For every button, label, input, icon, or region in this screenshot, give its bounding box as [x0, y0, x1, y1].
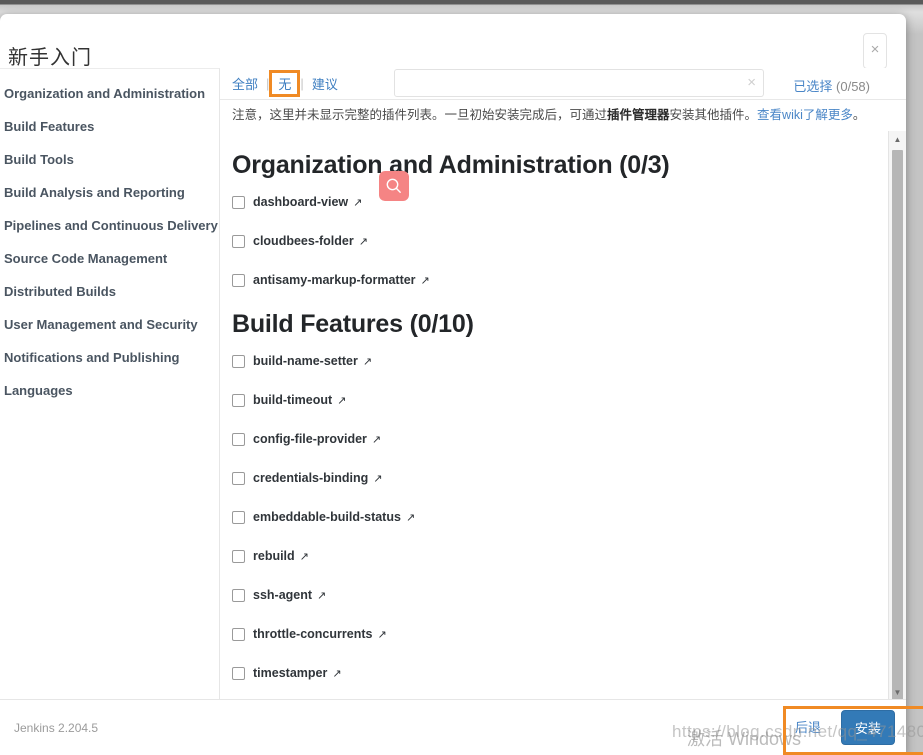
plugin-row[interactable]: embeddable-build-status ↗: [232, 507, 889, 527]
plugin-list-notice: 注意，这里并未显示完整的插件列表。一旦初始安装完成后，可通过插件管理器安装其他插…: [220, 100, 906, 132]
sidebar-item-notifications-and-publishing[interactable]: Notifications and Publishing: [2, 341, 219, 374]
plugin-row[interactable]: throttle-concurrents ↗: [232, 624, 889, 644]
plugin-checkbox[interactable]: [232, 510, 245, 524]
plugin-name: embeddable-build-status: [253, 510, 401, 524]
plugin-name: timestamper: [253, 666, 328, 680]
plugin-row[interactable]: timestamper ↗: [232, 663, 889, 683]
plugin-name: ssh-agent: [253, 588, 313, 602]
close-icon[interactable]: ×: [863, 33, 887, 69]
plugin-row[interactable]: build-timeout ↗: [232, 390, 889, 410]
external-link-icon[interactable]: ↗: [363, 355, 372, 368]
desktop-background: 新手入门 × Organization and Administration B…: [0, 0, 923, 755]
notice-emphasis: 插件管理器: [607, 108, 670, 122]
sidebar-item-build-features[interactable]: Build Features: [2, 110, 219, 143]
notice-text-before: 注意，这里并未显示完整的插件列表。一旦初始安装完成后，可通过: [232, 108, 608, 122]
group-title-organization: Organization and Administration (0/3): [232, 151, 670, 179]
group-title-build-features: Build Features (0/10): [232, 310, 474, 338]
external-link-icon[interactable]: ↗: [359, 235, 368, 248]
plugin-row[interactable]: dashboard-view ↗: [232, 192, 889, 212]
sidebar-item-build-tools[interactable]: Build Tools: [2, 143, 219, 176]
plugin-name: dashboard-view: [253, 195, 349, 209]
scroll-up-icon[interactable]: ▲: [889, 131, 906, 147]
plugin-name: build-timeout: [253, 393, 333, 407]
clear-search-icon[interactable]: ×: [747, 74, 756, 91]
dialog-header: 新手入门 ×: [0, 14, 906, 69]
sidebar-item-pipelines-and-continuous-delivery[interactable]: Pipelines and Continuous Delivery: [2, 209, 219, 242]
plugin-row[interactable]: antisamy-markup-formatter ↗: [232, 270, 889, 290]
plugin-checkbox[interactable]: [232, 273, 245, 287]
tab-suggested[interactable]: 建议: [305, 74, 345, 93]
plugin-checkbox[interactable]: [232, 471, 245, 485]
plugin-checkbox[interactable]: [232, 627, 245, 641]
external-link-icon[interactable]: ↗: [317, 589, 326, 602]
sidebar-item-user-management-and-security[interactable]: User Management and Security: [2, 308, 219, 341]
selected-label-text: 已选择: [793, 79, 833, 94]
plugin-list: Organization and Administration (0/3) da…: [220, 131, 889, 700]
notice-text-middle: 安装其他插件。: [669, 108, 758, 122]
external-link-icon[interactable]: ↗: [421, 274, 430, 287]
external-link-icon[interactable]: ↗: [332, 667, 341, 680]
plugin-name: config-file-provider: [253, 432, 367, 446]
plugin-checkbox[interactable]: [232, 549, 245, 563]
plugin-checkbox[interactable]: [232, 234, 245, 248]
external-link-icon[interactable]: ↗: [406, 511, 415, 524]
sidebar-item-organization-and-administration[interactable]: Organization and Administration: [2, 77, 219, 110]
filter-toolbar: 全部 | 无 | 建议 × 已选择 (0/58): [220, 68, 906, 100]
scroll-down-icon[interactable]: ▼: [889, 684, 906, 700]
sidebar-item-languages[interactable]: Languages: [2, 374, 219, 407]
search-field-wrapper: ×: [394, 69, 764, 97]
plugin-name: credentials-binding: [253, 471, 369, 485]
notice-text-after: 。: [852, 108, 866, 122]
dialog-body: Organization and Administration Build Fe…: [0, 68, 906, 720]
scrollbar-thumb[interactable]: [892, 150, 903, 720]
external-link-icon[interactable]: ↗: [353, 196, 362, 209]
external-link-icon[interactable]: ↗: [377, 628, 386, 641]
plugin-name: throttle-concurrents: [253, 627, 373, 641]
sidebar-item-build-analysis-and-reporting[interactable]: Build Analysis and Reporting: [2, 176, 219, 209]
setup-wizard-dialog: 新手入门 × Organization and Administration B…: [0, 14, 906, 755]
external-link-icon[interactable]: ↗: [372, 433, 381, 446]
plugin-checkbox[interactable]: [232, 354, 245, 368]
category-sidebar: Organization and Administration Build Fe…: [0, 68, 220, 700]
plugin-pane: 全部 | 无 | 建议 × 已选择 (0/58) 注意，这里并未显示完整的插件列…: [220, 68, 906, 720]
filter-tabs: 全部 | 无 | 建议: [232, 70, 345, 97]
external-link-icon[interactable]: ↗: [300, 550, 309, 563]
selected-count-value: (0/58): [836, 79, 870, 94]
selected-count-link[interactable]: 已选择 (0/58): [793, 76, 870, 95]
wiki-link[interactable]: 查看wiki了解更多: [757, 108, 853, 122]
sidebar-item-source-code-management[interactable]: Source Code Management: [2, 242, 219, 275]
jenkins-version: Jenkins 2.204.5: [14, 721, 99, 735]
plugin-list-scrollbar[interactable]: ▲ ▼: [888, 131, 906, 720]
plugin-checkbox[interactable]: [232, 195, 245, 209]
plugin-name: rebuild: [253, 549, 295, 563]
dialog-footer: Jenkins 2.204.5 后退 安装: [0, 699, 906, 755]
plugin-checkbox[interactable]: [232, 666, 245, 680]
plugin-name: cloudbees-folder: [253, 234, 354, 248]
plugin-name: antisamy-markup-formatter: [253, 273, 416, 287]
external-link-icon[interactable]: ↗: [337, 394, 346, 407]
tab-all[interactable]: 全部: [232, 74, 265, 93]
plugin-row[interactable]: ssh-agent ↗: [232, 585, 889, 605]
install-button[interactable]: 安装: [840, 710, 895, 745]
search-input[interactable]: [394, 69, 764, 97]
external-link-icon[interactable]: ↗: [373, 472, 382, 485]
plugin-row[interactable]: build-name-setter ↗: [232, 351, 889, 371]
plugin-row[interactable]: cloudbees-folder ↗: [232, 231, 889, 251]
sidebar-item-distributed-builds[interactable]: Distributed Builds: [2, 275, 219, 308]
plugin-name: build-name-setter: [253, 354, 358, 368]
back-button[interactable]: 后退: [789, 716, 827, 737]
plugin-checkbox[interactable]: [232, 588, 245, 602]
plugin-row[interactable]: config-file-provider ↗: [232, 429, 889, 449]
plugin-checkbox[interactable]: [232, 432, 245, 446]
page-title: 新手入门: [8, 47, 92, 69]
tab-none[interactable]: 无: [269, 70, 301, 97]
plugin-row[interactable]: credentials-binding ↗: [232, 468, 889, 488]
tab-separator-1: |: [266, 76, 270, 91]
plugin-row[interactable]: rebuild ↗: [232, 546, 889, 566]
plugin-checkbox[interactable]: [232, 393, 245, 407]
